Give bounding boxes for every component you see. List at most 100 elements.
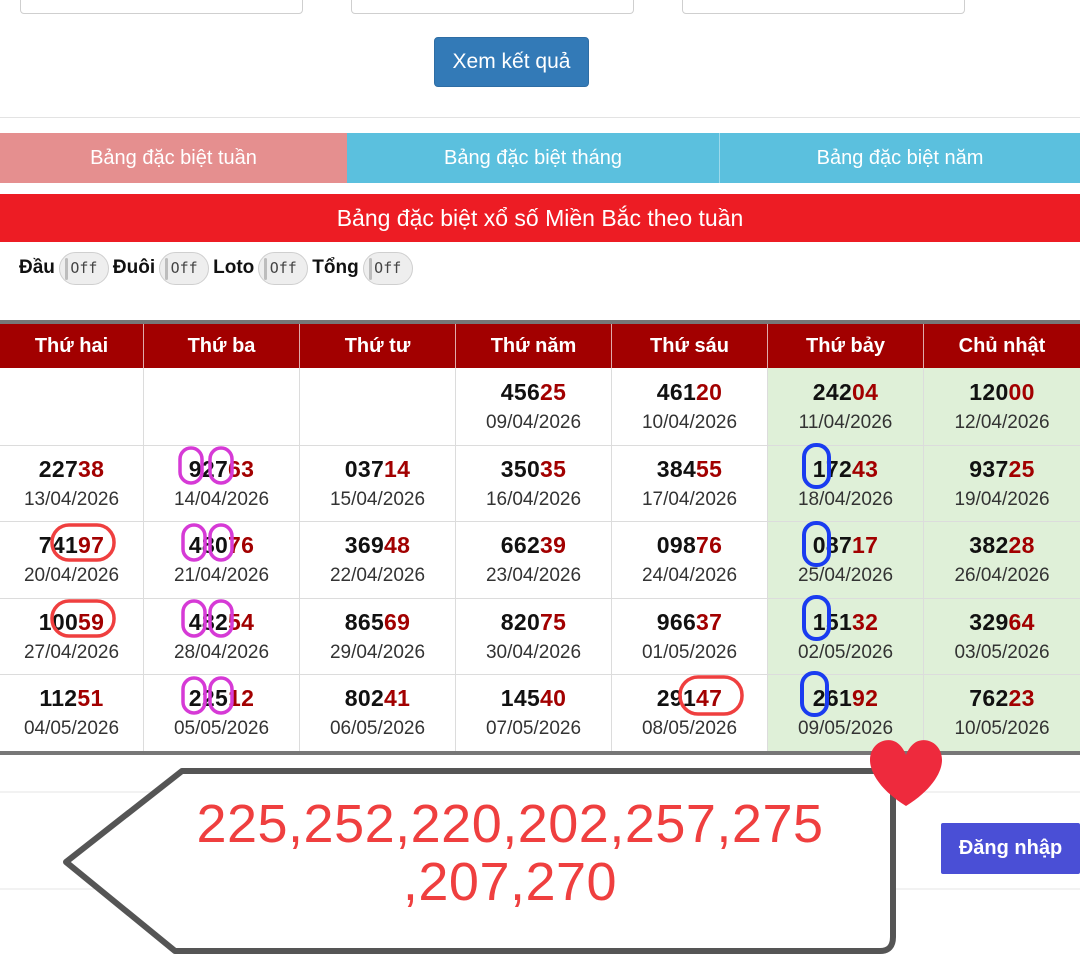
table-title: Bảng đặc biệt xổ số Miền Bắc theo tuần [0, 194, 1080, 242]
table-cell: 96637 01/05/2026 [612, 598, 768, 674]
number-tail: 76 [696, 532, 723, 559]
number-head: 480 [188, 532, 229, 559]
draw-date: 08/05/2026 [641, 718, 738, 740]
toggle-duoi[interactable]: Off [159, 251, 210, 285]
number-head: 261 [812, 685, 853, 712]
column-header: Thứ năm [456, 324, 612, 368]
number-tail: 69 [384, 608, 411, 635]
number-head: 369 [344, 532, 385, 559]
table-cell: 29147 08/05/2026 [612, 675, 768, 751]
tab-weekly[interactable]: Bảng đặc biệt tuần [0, 133, 347, 183]
draw-date: 17/04/2026 [641, 488, 738, 510]
table-row: 22738 13/04/2026 92763 14/04/2026 03714 15/04… [0, 444, 1080, 521]
table-cell: 45625 09/04/2026 [456, 368, 612, 445]
draw-date: 09/04/2026 [485, 411, 582, 433]
draw-date: 16/04/2026 [485, 488, 582, 510]
toggle-label-tong: Tổng [312, 257, 359, 278]
number-head: 225 [188, 685, 229, 712]
draw-date: 07/05/2026 [485, 718, 582, 740]
column-header: Thứ sáu [612, 324, 768, 368]
table-cell: 32964 03/05/2026 [924, 598, 1080, 674]
view-results-button[interactable]: Xem kết quả [434, 37, 589, 87]
toggle-loto[interactable]: Off [258, 251, 309, 285]
table-cell [144, 368, 300, 445]
number-tail: 14 [384, 455, 411, 482]
special-number: 45625 [501, 379, 566, 406]
special-number: 80241 [345, 685, 410, 712]
number-tail: 43 [852, 455, 879, 482]
special-number: 74197 [39, 532, 104, 559]
draw-date: 28/04/2026 [173, 641, 270, 663]
number-head: 461 [656, 378, 697, 405]
draw-date: 03/05/2026 [954, 641, 1050, 663]
select-box-2[interactable] [351, 0, 634, 14]
special-number: 35035 [501, 456, 566, 483]
select-box-3[interactable] [682, 0, 965, 14]
draw-date: 11/04/2026 [798, 411, 893, 433]
table-cell: 38455 17/04/2026 [612, 445, 768, 521]
special-number: 24204 [813, 379, 878, 406]
special-number: 17243 [813, 456, 878, 483]
table-cell: 48254 28/04/2026 [144, 598, 300, 674]
special-number: 15132 [813, 609, 878, 636]
special-number: 86569 [345, 609, 410, 636]
draw-date: 12/04/2026 [954, 411, 1050, 433]
login-button[interactable]: Đăng nhập [941, 823, 1080, 874]
column-header: Thứ tư [300, 324, 456, 368]
table-cell: 35035 16/04/2026 [456, 445, 612, 521]
number-tail: 25 [540, 378, 567, 405]
draw-date: 19/04/2026 [954, 488, 1050, 510]
toggle-tong[interactable]: Off [362, 251, 413, 285]
number-head: 227 [38, 455, 79, 482]
draw-date: 18/04/2026 [797, 488, 894, 510]
number-tail: 76 [228, 532, 255, 559]
tab-monthly[interactable]: Bảng đặc biệt tháng [347, 133, 720, 183]
table-row: 10059 27/04/2026 48254 28/04/2026 86569 29/04… [0, 597, 1080, 674]
table-cell: 26192 09/05/2026 [768, 675, 924, 751]
number-head: 820 [500, 608, 541, 635]
number-tail: 25 [1008, 455, 1035, 482]
toggle-dau[interactable]: Off [58, 251, 109, 285]
number-head: 350 [500, 455, 541, 482]
draw-date: 26/04/2026 [954, 565, 1050, 587]
toggle-label-dau: Đầu [19, 257, 55, 278]
number-tail: 75 [540, 608, 567, 635]
number-tail: 97 [78, 532, 105, 559]
draw-date: 09/05/2026 [797, 718, 894, 740]
annotation-line-1: 225,252,220,202,257,275 [196, 794, 824, 854]
select-box-1[interactable] [20, 0, 303, 14]
special-number: 22512 [189, 685, 254, 712]
table-cell: 14540 07/05/2026 [456, 675, 612, 751]
draw-date: 27/04/2026 [23, 641, 120, 663]
number-tail: 40 [540, 685, 567, 712]
table-cell: 09876 24/04/2026 [612, 522, 768, 598]
tab-yearly[interactable]: Bảng đặc biệt năm [720, 133, 1080, 183]
number-tail: 63 [228, 455, 255, 482]
table-header: Thứ hai Thứ ba Thứ tư Thứ năm Thứ sáu Th… [0, 324, 1080, 368]
number-tail: 39 [540, 532, 567, 559]
number-head: 382 [969, 532, 1009, 559]
table-cell: 86569 29/04/2026 [300, 598, 456, 674]
number-tail: 20 [696, 378, 723, 405]
number-head: 120 [969, 378, 1009, 405]
special-number: 03714 [345, 456, 410, 483]
number-head: 927 [188, 455, 229, 482]
number-head: 151 [812, 608, 853, 635]
table-cell: 15132 02/05/2026 [768, 598, 924, 674]
number-head: 966 [656, 608, 697, 635]
draw-date: 21/04/2026 [173, 565, 270, 587]
number-tail: 23 [1008, 685, 1035, 712]
draw-date: 06/05/2026 [329, 718, 426, 740]
draw-date: 02/05/2026 [797, 641, 894, 663]
toggle-label-loto: Loto [213, 257, 255, 278]
special-number: 29147 [657, 685, 722, 712]
number-tail: 04 [852, 378, 879, 405]
draw-date: 23/04/2026 [485, 565, 582, 587]
special-number: 36948 [345, 532, 410, 559]
number-head: 741 [38, 532, 79, 559]
special-number: 92763 [189, 456, 254, 483]
table-cell: 93725 19/04/2026 [924, 445, 1080, 521]
table-cell [300, 368, 456, 445]
number-tail: 35 [540, 455, 567, 482]
number-tail: 38 [78, 455, 105, 482]
